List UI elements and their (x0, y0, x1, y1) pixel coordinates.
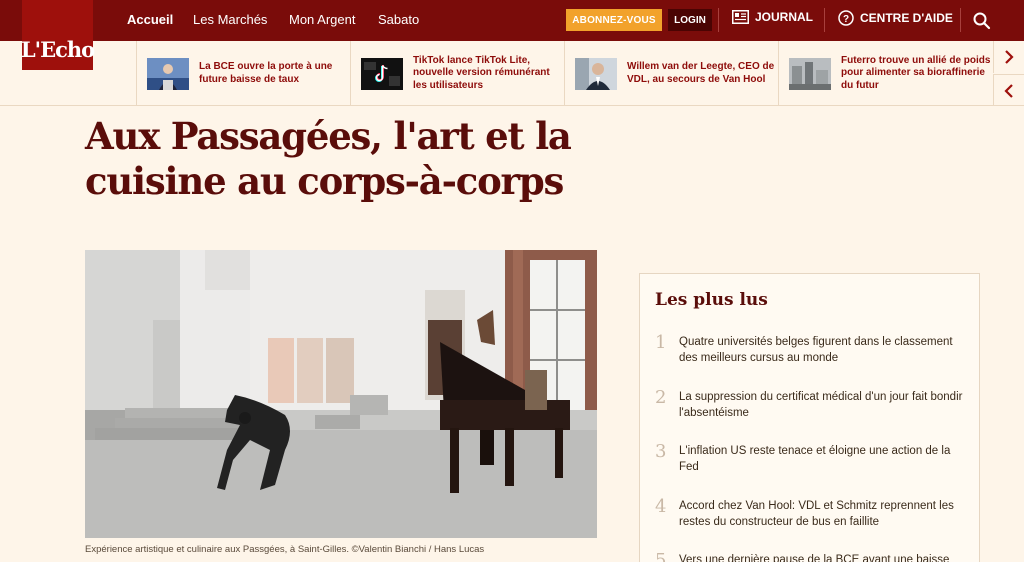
ticker-item[interactable]: Willem van der Leegte, CEO de VDL, au se… (564, 41, 778, 106)
list-item[interactable]: 4 Accord chez Van Hool: VDL et Schmitz r… (655, 498, 970, 530)
most-read-panel: Les plus lus 1 Quatre universités belges… (639, 273, 980, 562)
ticker-item[interactable]: TikTok lance TikTok Lite, nouvelle versi… (350, 41, 564, 106)
person-at-podium-photo (147, 57, 189, 90)
ticker-prev-button[interactable] (993, 74, 1024, 106)
nav-mon-argent[interactable]: Mon Argent (289, 12, 356, 27)
rank-number: 3 (655, 441, 667, 462)
help-center-link[interactable]: ? CENTRE D'AIDE (838, 10, 953, 26)
ticker-title: Willem van der Leegte, CEO de VDL, au se… (627, 61, 775, 85)
nav-sabato[interactable]: Sabato (378, 12, 419, 27)
newspaper-icon (732, 10, 749, 24)
nav-accueil[interactable]: Accueil (127, 12, 173, 27)
list-item[interactable]: 5 Vers une dernière pause de la BCE avan… (655, 552, 970, 562)
list-item-title: Vers une dernière pause de la BCE avant … (679, 554, 950, 562)
divider (718, 8, 719, 32)
journal-label: JOURNAL (755, 10, 814, 24)
chevron-left-icon (1004, 83, 1013, 98)
ticker-title: Futerro trouve un allié de poids pour al… (841, 54, 991, 91)
help-center-label: CENTRE D'AIDE (860, 11, 953, 25)
man-in-suit-photo (575, 57, 617, 90)
list-item-title: Quatre universités belges figurent dans … (679, 336, 953, 364)
journal-link[interactable]: JOURNAL (732, 10, 813, 24)
tiktok-logo-photo (361, 57, 403, 90)
news-ticker: La BCE ouvre la porte à une future baiss… (0, 41, 1024, 106)
nav-les-marches[interactable]: Les Marchés (193, 12, 267, 27)
most-read-title: Les plus lus (655, 290, 768, 310)
ticker-item[interactable]: La BCE ouvre la porte à une future baiss… (136, 41, 350, 106)
rank-number: 5 (655, 550, 667, 562)
divider (960, 8, 961, 32)
ticker-item[interactable]: Futerro trouve un allié de poids pour al… (778, 41, 993, 106)
ticker-title: TikTok lance TikTok Lite, nouvelle versi… (413, 54, 550, 91)
factory-photo (789, 57, 831, 90)
ticker-next-button[interactable] (993, 41, 1024, 73)
subscribe-button[interactable]: ABONNEZ-VOUS (566, 9, 662, 31)
rank-number: 1 (655, 332, 667, 353)
article-headline: Aux Passagées, l'art et la cuisine au co… (85, 114, 572, 203)
search-icon[interactable] (972, 11, 992, 31)
article-hero-image (85, 250, 597, 538)
divider (824, 8, 825, 32)
lecho-logo[interactable]: L'Echo (20, 0, 95, 70)
login-button[interactable]: LOGIN (668, 9, 712, 31)
logo-text: L'Echo (20, 37, 95, 62)
rank-number: 4 (655, 496, 667, 517)
list-item[interactable]: 2 La suppression du certificat médical d… (655, 389, 970, 421)
list-item-title: Accord chez Van Hool: VDL et Schmitz rep… (679, 500, 954, 528)
svg-text:?: ? (843, 14, 849, 25)
question-circle-icon: ? (838, 10, 854, 26)
list-item-title: L'inflation US reste tenace et éloigne u… (679, 445, 951, 473)
rank-number: 2 (655, 387, 667, 408)
list-item[interactable]: 3 L'inflation US reste tenace et éloigne… (655, 443, 970, 475)
ticker-title: La BCE ouvre la porte à une future baiss… (199, 61, 333, 85)
list-item[interactable]: 1 Quatre universités belges figurent dan… (655, 334, 970, 366)
chevron-right-icon (1005, 50, 1014, 64)
list-item-title: La suppression du certificat médical d'u… (679, 391, 963, 419)
top-navigation-bar: Accueil Les Marchés Mon Argent Sabato AB… (0, 0, 1024, 41)
image-caption: Expérience artistique et culinaire aux P… (85, 544, 485, 555)
